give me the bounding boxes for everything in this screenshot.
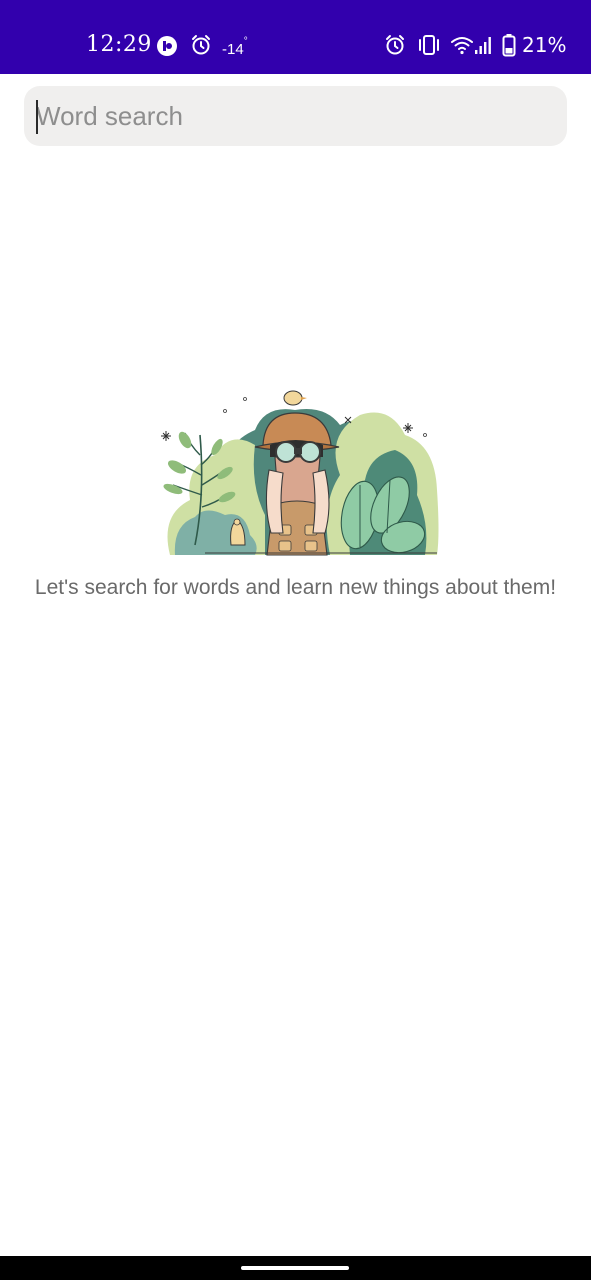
home-indicator[interactable] [241,1266,349,1270]
alarm-icon [386,35,404,55]
battery-icon [502,34,516,57]
app-notification-icon [157,36,177,56]
status-bar: 12:29 -14° 21% [0,0,591,74]
status-time: 12:29 [86,32,152,57]
vibrate-icon [419,35,439,55]
alarm-icon [192,35,210,55]
explorer-with-binoculars-illustration [161,390,439,556]
wifi-icon [451,37,473,55]
cell-signal-icon [475,37,491,54]
search-bar[interactable] [24,86,567,146]
battery-percentage: 21% [522,33,567,57]
text-cursor [36,100,38,134]
status-temperature: -14° [222,36,248,58]
search-input[interactable] [36,94,546,138]
navigation-bar [0,1256,591,1280]
empty-state-message: Let's search for words and learn new thi… [34,576,557,599]
